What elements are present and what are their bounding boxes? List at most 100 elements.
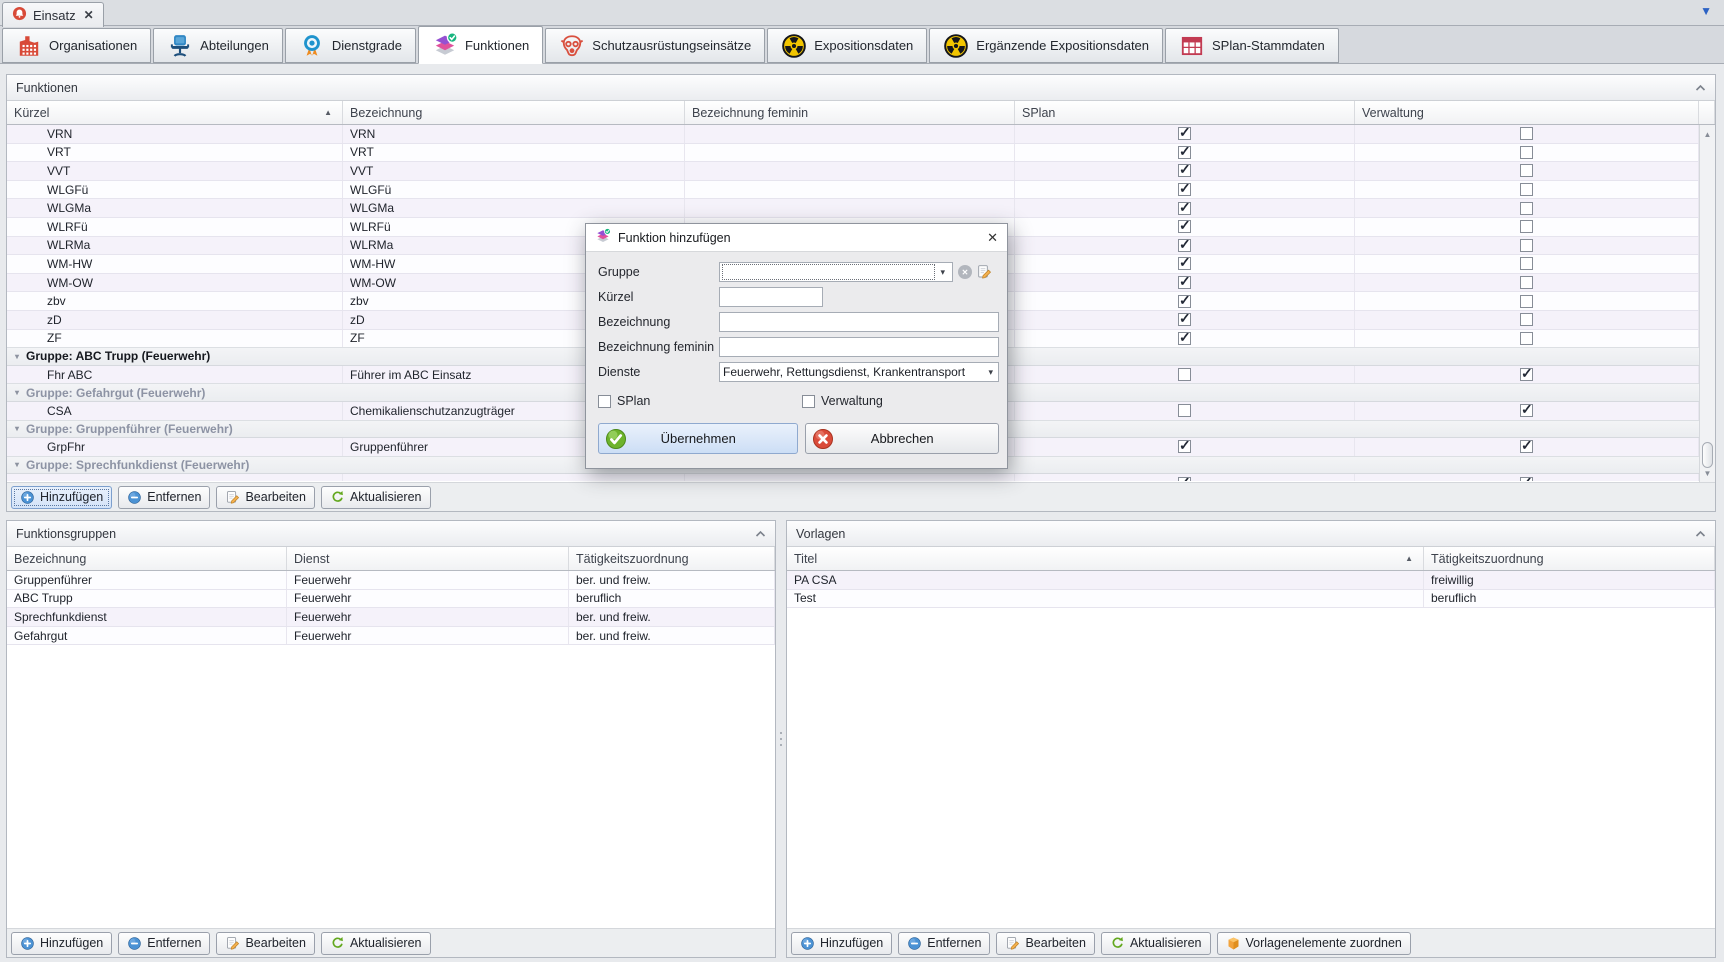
dialog-close-icon[interactable]: ✕ (987, 230, 998, 246)
scrollbar-thumb[interactable] (1702, 442, 1713, 468)
table-checkbox[interactable] (1178, 477, 1191, 481)
table-checkbox[interactable] (1520, 368, 1533, 381)
kuerzel-field[interactable] (719, 287, 823, 307)
tab-schutzausrüstungseinsätze[interactable]: Schutzausrüstungseinsätze (545, 28, 765, 63)
table-checkbox[interactable] (1520, 276, 1533, 289)
collapse-panel-icon[interactable] (755, 530, 766, 538)
bearbeiten-button[interactable]: Bearbeiten (216, 486, 314, 509)
tab-expositionsdaten[interactable]: Expositionsdaten (767, 28, 927, 63)
table-checkbox[interactable] (1178, 146, 1191, 159)
checkbox-cell[interactable] (1015, 237, 1355, 255)
checkbox-cell[interactable] (1355, 474, 1699, 481)
chevron-down-icon[interactable]: ▾ (15, 388, 19, 397)
chevron-down-icon[interactable]: ▾ (935, 267, 950, 278)
vertical-scrollbar[interactable]: ▲ ▼ (1699, 125, 1715, 482)
table-checkbox[interactable] (1178, 183, 1191, 196)
scroll-down-icon[interactable]: ▼ (1700, 466, 1715, 480)
panel-splitter[interactable] (776, 520, 786, 958)
table-row[interactable]: VVTVVT (7, 162, 1699, 181)
bearbeiten-button[interactable]: Bearbeiten (996, 932, 1094, 955)
checkbox-cell[interactable] (1015, 330, 1355, 348)
checkbox-cell[interactable] (1015, 125, 1355, 143)
table-row[interactable]: PA CSAfreiwillig (787, 571, 1715, 590)
aktualisieren-button[interactable]: Aktualisieren (321, 486, 431, 509)
table-row[interactable]: ABC TruppFeuerwehrberuflich (7, 590, 775, 609)
table-checkbox[interactable] (1178, 127, 1191, 140)
column-header-tätigkeitszuordnung[interactable]: Tätigkeitszuordnung (569, 547, 775, 570)
chevron-down-icon[interactable]: ▾ (15, 424, 19, 433)
checkbox-cell[interactable] (1015, 474, 1355, 481)
tab-overflow-icon[interactable]: ▼ (1700, 4, 1712, 18)
table-checkbox[interactable] (1520, 127, 1533, 140)
bezeichnung-field[interactable] (719, 312, 999, 332)
table-checkbox[interactable] (1520, 313, 1533, 326)
table-row[interactable]: VRNVRN (7, 125, 1699, 144)
hinzufügen-button[interactable]: Hinzufügen (11, 932, 112, 955)
checkbox-cell[interactable] (1015, 366, 1355, 384)
table-checkbox[interactable] (1178, 276, 1191, 289)
entfernen-button[interactable]: Entfernen (898, 932, 990, 955)
bezeichnung-feminin-field[interactable] (719, 337, 999, 357)
aktualisieren-button[interactable]: Aktualisieren (1101, 932, 1211, 955)
table-row[interactable]: WLGMaWLGMa (7, 199, 1699, 218)
chevron-down-icon[interactable]: ▾ (15, 352, 19, 361)
checkbox-cell[interactable] (1015, 274, 1355, 292)
gruppe-combobox[interactable]: ▾ (719, 262, 953, 282)
checkbox-cell[interactable] (1015, 438, 1355, 456)
table-checkbox[interactable] (1178, 404, 1191, 417)
tab-funktionen[interactable]: Funktionen (418, 26, 543, 64)
table-checkbox[interactable] (1178, 332, 1191, 345)
table-row[interactable]: VRTVRT (7, 144, 1699, 163)
checkbox-cell[interactable] (1355, 330, 1699, 348)
chevron-down-icon[interactable]: ▾ (983, 367, 998, 378)
table-row[interactable]: GruppenführerFeuerwehrber. und freiw. (7, 571, 775, 590)
checkbox-cell[interactable] (1015, 144, 1355, 162)
checkbox-cell[interactable] (1355, 199, 1699, 217)
tab-splan-stammdaten[interactable]: SPlan-Stammdaten (1165, 28, 1339, 63)
checkbox-cell[interactable] (1015, 255, 1355, 273)
hinzufügen-button[interactable]: Hinzufügen (11, 486, 112, 509)
table-checkbox[interactable] (1178, 368, 1191, 381)
table-checkbox[interactable] (1178, 239, 1191, 252)
checkbox-cell[interactable] (1355, 438, 1699, 456)
splan-checkbox[interactable] (598, 395, 611, 408)
tab-organisationen[interactable]: Organisationen (2, 28, 151, 63)
column-header-kürzel[interactable]: Kürzel▲ (7, 101, 343, 124)
table-checkbox[interactable] (1520, 220, 1533, 233)
table-checkbox[interactable] (1178, 440, 1191, 453)
checkbox-cell[interactable] (1355, 218, 1699, 236)
checkbox-cell[interactable] (1015, 162, 1355, 180)
checkbox-cell[interactable] (1015, 311, 1355, 329)
checkbox-cell[interactable] (1355, 366, 1699, 384)
splan-checkbox-group[interactable]: SPlan (598, 394, 802, 408)
table-checkbox[interactable] (1520, 440, 1533, 453)
checkbox-cell[interactable] (1355, 402, 1699, 420)
table-checkbox[interactable] (1178, 164, 1191, 177)
column-header-bezeichnung[interactable]: Bezeichnung (343, 101, 685, 124)
verwaltung-checkbox-group[interactable]: Verwaltung (802, 394, 883, 408)
checkbox-cell[interactable] (1015, 292, 1355, 310)
checkbox-cell[interactable] (1355, 274, 1699, 292)
checkbox-cell[interactable] (1355, 255, 1699, 273)
close-tab-icon[interactable]: ✕ (84, 8, 94, 22)
column-header-tätigkeitszuordnung[interactable]: Tätigkeitszuordnung (1424, 547, 1715, 570)
table-row[interactable]: Testberuflich (787, 590, 1715, 609)
table-checkbox[interactable] (1520, 404, 1533, 417)
clear-selection-icon[interactable]: ✕ (958, 265, 972, 279)
tab-ergänzende-expositionsdaten[interactable]: Ergänzende Expositionsdaten (929, 28, 1163, 63)
entfernen-button[interactable]: Entfernen (118, 932, 210, 955)
tab-dienstgrade[interactable]: Dienstgrade (285, 28, 416, 63)
uebernehmen-button[interactable]: Übernehmen (598, 423, 798, 454)
table-checkbox[interactable] (1178, 295, 1191, 308)
table-row-partial[interactable] (7, 474, 1699, 481)
table-checkbox[interactable] (1520, 164, 1533, 177)
hinzufügen-button[interactable]: Hinzufügen (791, 932, 892, 955)
document-tab-einsatz[interactable]: Einsatz ✕ (2, 2, 104, 27)
entfernen-button[interactable]: Entfernen (118, 486, 210, 509)
column-header-dienst[interactable]: Dienst (287, 547, 569, 570)
table-checkbox[interactable] (1520, 332, 1533, 345)
column-header-bezeichnung[interactable]: Bezeichnung (7, 547, 287, 570)
table-checkbox[interactable] (1178, 257, 1191, 270)
collapse-panel-icon[interactable] (1695, 530, 1706, 538)
table-checkbox[interactable] (1520, 239, 1533, 252)
